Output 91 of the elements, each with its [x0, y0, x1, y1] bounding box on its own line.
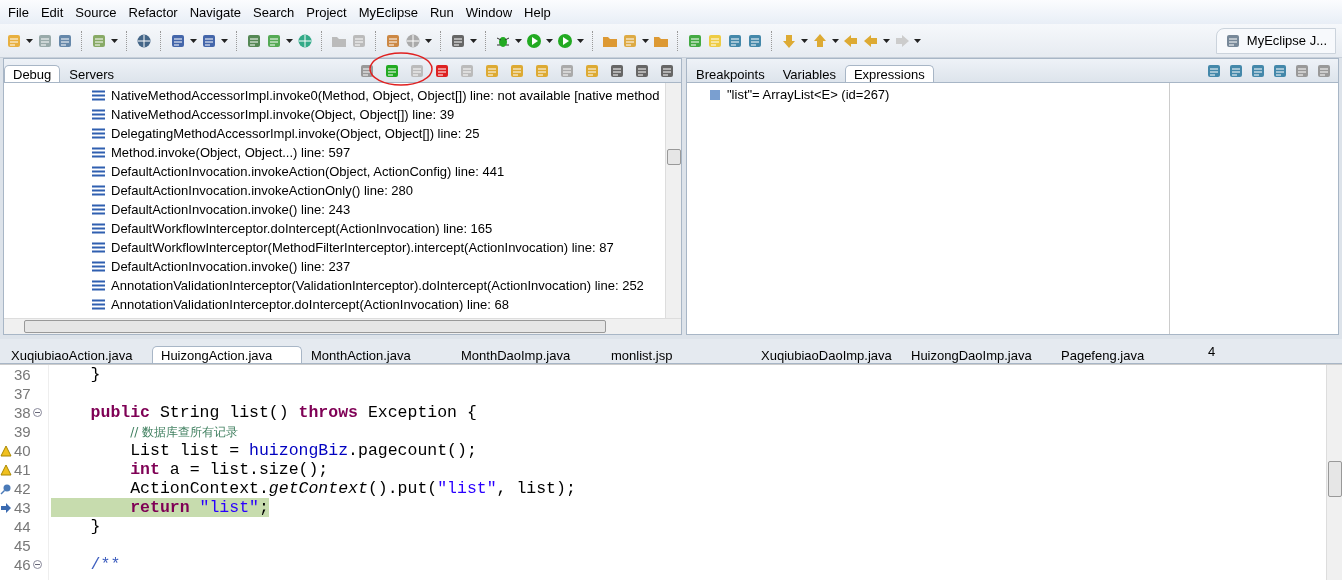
fold-icon[interactable]: [32, 560, 42, 569]
view-tab[interactable]: Servers: [60, 65, 124, 82]
stack-frame[interactable]: Method.invoke(Object, Object...) line: 597: [111, 145, 351, 160]
editor-tab[interactable]: MonthAction.java: [302, 346, 452, 363]
dropdown-caret-icon[interactable]: [577, 38, 584, 43]
stack-frame-icon: [92, 185, 105, 196]
stack-frame[interactable]: DefaultActionInvocation.invokeActionOnly() line: 280: [111, 183, 414, 198]
stack-frame-icon: [92, 242, 105, 253]
stack-frame[interactable]: DefaultWorkflowInterceptor(MethodFilterInterceptor).intercept(ActionInvocation) line: 87: [111, 240, 614, 255]
dropdown-caret-icon[interactable]: [26, 38, 33, 43]
stack-frame-icon: [92, 261, 105, 272]
line-number: 40: [14, 442, 31, 459]
code-line: /**: [89, 555, 121, 574]
stack-frame-icon: [92, 223, 105, 234]
code-line: }: [89, 365, 101, 384]
menu-item[interactable]: Help: [518, 4, 557, 20]
code-line: // 数据库查所有记录: [129, 424, 239, 441]
menu-item[interactable]: Source: [69, 4, 123, 20]
expression-value[interactable]: "list"= ArrayList<E> (id=267): [727, 87, 890, 102]
dropdown-caret-icon[interactable]: [221, 38, 228, 43]
stack-frame[interactable]: DefaultActionInvocation.invoke() line: 243: [111, 202, 351, 217]
stack-frame-icon: [92, 128, 105, 139]
view-tab[interactable]: Breakpoints: [687, 65, 774, 82]
line-number: 36: [14, 366, 31, 383]
editor-tab[interactable]: monlist.jsp: [602, 346, 752, 363]
vertical-scrollbar[interactable]: [1326, 365, 1342, 580]
stack-frame-icon: [92, 166, 105, 177]
line-number: 46: [14, 556, 31, 573]
stack-frame[interactable]: AnnotationValidationInterceptor(ValidationInterceptor).doIntercept(ActionInvocation) line: 252: [111, 278, 644, 293]
tab-overflow-count[interactable]: 4: [1202, 344, 1222, 363]
stack-frame[interactable]: AnnotationValidationInterceptor.doIntercept(ActionInvocation) line: 68: [111, 297, 509, 312]
line-number: 43: [14, 499, 31, 516]
stack-frame[interactable]: DelegatingMethodAccessorImpl.invoke(Object, Object[]) line: 25: [111, 126, 480, 141]
stack-frame[interactable]: NativeMethodAccessorImpl.invoke(Object, Object[]) line: 39: [111, 107, 455, 122]
dropdown-caret-icon[interactable]: [515, 38, 522, 43]
line-number: 45: [14, 537, 31, 554]
view-tab[interactable]: Variables: [773, 65, 845, 82]
stack-frame[interactable]: DefaultActionInvocation.invokeAction(Object, ActionConfig) line: 441: [111, 164, 505, 179]
editor-tab[interactable]: Pagefeng.java: [1052, 346, 1202, 363]
code-line: }: [89, 517, 101, 536]
editor-tab[interactable]: MonthDaoImp.java: [452, 346, 602, 363]
line-number: 42: [14, 480, 31, 497]
stack-frame-icon: [92, 109, 105, 120]
stack-frame-icon: [92, 280, 105, 291]
stack-frame-icon: [92, 90, 105, 101]
annotation-circle: [368, 50, 434, 88]
line-number: 44: [14, 518, 31, 535]
stack-frame[interactable]: NativeMethodAccessorImpl.invoke0(Method, Object, Object[]) line: not available [native method: [111, 88, 660, 103]
stack-frame[interactable]: DefaultActionInvocation.invoke() line: 237: [111, 259, 351, 274]
code-line: public String list() throws Exception {: [89, 403, 477, 422]
horizontal-scrollbar[interactable]: [4, 318, 681, 334]
menu-item[interactable]: Project: [300, 4, 353, 20]
menu-item[interactable]: Run: [423, 4, 460, 20]
stack-frame[interactable]: DefaultWorkflowInterceptor.doIntercept(ActionInvocation) line: 165: [111, 221, 493, 236]
dropdown-caret-icon[interactable]: [425, 38, 432, 43]
menu-item[interactable]: Navigate: [183, 4, 247, 20]
dropdown-caret-icon[interactable]: [914, 38, 921, 43]
editor-tab[interactable]: XuqiubiaoDaoImp.java: [752, 346, 902, 363]
menu-item[interactable]: File: [2, 4, 35, 20]
dropdown-caret-icon[interactable]: [546, 38, 553, 43]
dropdown-caret-icon[interactable]: [470, 38, 477, 43]
dropdown-caret-icon[interactable]: [642, 38, 649, 43]
stack-frame-icon: [92, 204, 105, 215]
dropdown-caret-icon[interactable]: [286, 38, 293, 43]
code-line: ActionContext.getContext().put("list", list);: [129, 479, 576, 498]
dropdown-caret-icon[interactable]: [111, 38, 118, 43]
line-number: 41: [14, 461, 31, 478]
menu-item[interactable]: Search: [247, 4, 301, 20]
line-number: 39: [14, 423, 31, 440]
line-number: 37: [14, 385, 31, 402]
stack-frame-icon: [92, 147, 105, 158]
menu-item[interactable]: Window: [459, 4, 519, 20]
dropdown-caret-icon[interactable]: [190, 38, 197, 43]
stack-frame-icon: [92, 299, 105, 310]
code-line: List list = huizongBiz.pagecount();: [129, 441, 477, 460]
view-tab[interactable]: Debug: [4, 65, 61, 82]
dropdown-caret-icon[interactable]: [883, 38, 890, 43]
line-number: 38: [14, 404, 31, 421]
editor-tab[interactable]: HuizongDaoImp.java: [902, 346, 1052, 363]
dropdown-caret-icon[interactable]: [801, 38, 808, 43]
menu-item[interactable]: Edit: [34, 4, 70, 20]
menu-item[interactable]: Refactor: [122, 4, 184, 20]
editor-tab[interactable]: HuizongAction.java: [152, 346, 302, 363]
code-line: int a = list.size();: [129, 460, 329, 479]
editor-tab[interactable]: XuqiubiaoAction.java: [2, 346, 152, 363]
view-tab[interactable]: Expressions: [844, 65, 934, 82]
vertical-scrollbar[interactable]: [665, 83, 681, 318]
menu-item[interactable]: MyEclipse: [352, 4, 424, 20]
globe-icon[interactable]: [136, 32, 152, 49]
fold-icon[interactable]: [32, 408, 42, 417]
dropdown-caret-icon[interactable]: [832, 38, 839, 43]
